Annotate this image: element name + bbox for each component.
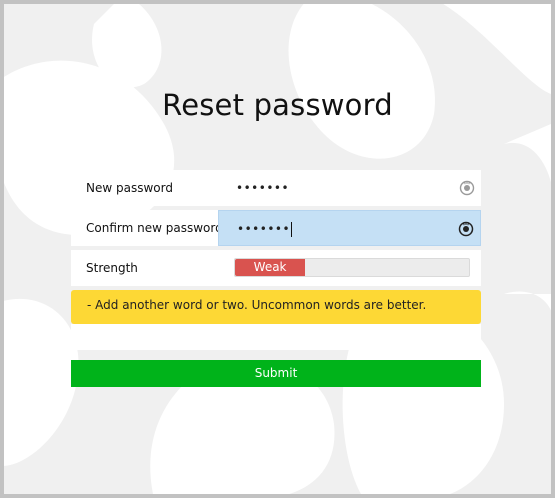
eye-icon[interactable] bbox=[459, 180, 475, 196]
text-caret bbox=[291, 222, 293, 237]
password-hint-text: - Add another word or two. Uncommon word… bbox=[87, 298, 427, 312]
new-password-row: New password ••••••• bbox=[71, 170, 481, 206]
window-frame: Reset password New password ••••••• Conf… bbox=[0, 0, 555, 498]
confirm-password-row: Confirm new password ••••••• bbox=[71, 210, 481, 246]
hint-spacer bbox=[71, 324, 481, 350]
strength-rating: Weak bbox=[253, 260, 287, 274]
confirm-password-value: ••••••• bbox=[237, 222, 293, 237]
new-password-value: ••••••• bbox=[236, 181, 290, 195]
new-password-label: New password bbox=[86, 181, 173, 195]
new-password-input[interactable]: ••••••• bbox=[218, 170, 481, 206]
page-title: Reset password bbox=[162, 88, 393, 122]
submit-button[interactable]: Submit bbox=[71, 360, 481, 387]
strength-label: Strength bbox=[86, 261, 138, 275]
confirm-password-label: Confirm new password bbox=[86, 221, 223, 235]
password-hint-banner: - Add another word or two. Uncommon word… bbox=[71, 290, 481, 324]
strength-track: Weak bbox=[234, 258, 470, 277]
background-pattern bbox=[4, 4, 551, 494]
strength-meter: Weak bbox=[218, 250, 481, 286]
confirm-password-input[interactable]: ••••••• bbox=[218, 210, 481, 246]
eye-icon[interactable] bbox=[458, 221, 474, 237]
strength-row: Strength Weak bbox=[71, 250, 481, 286]
